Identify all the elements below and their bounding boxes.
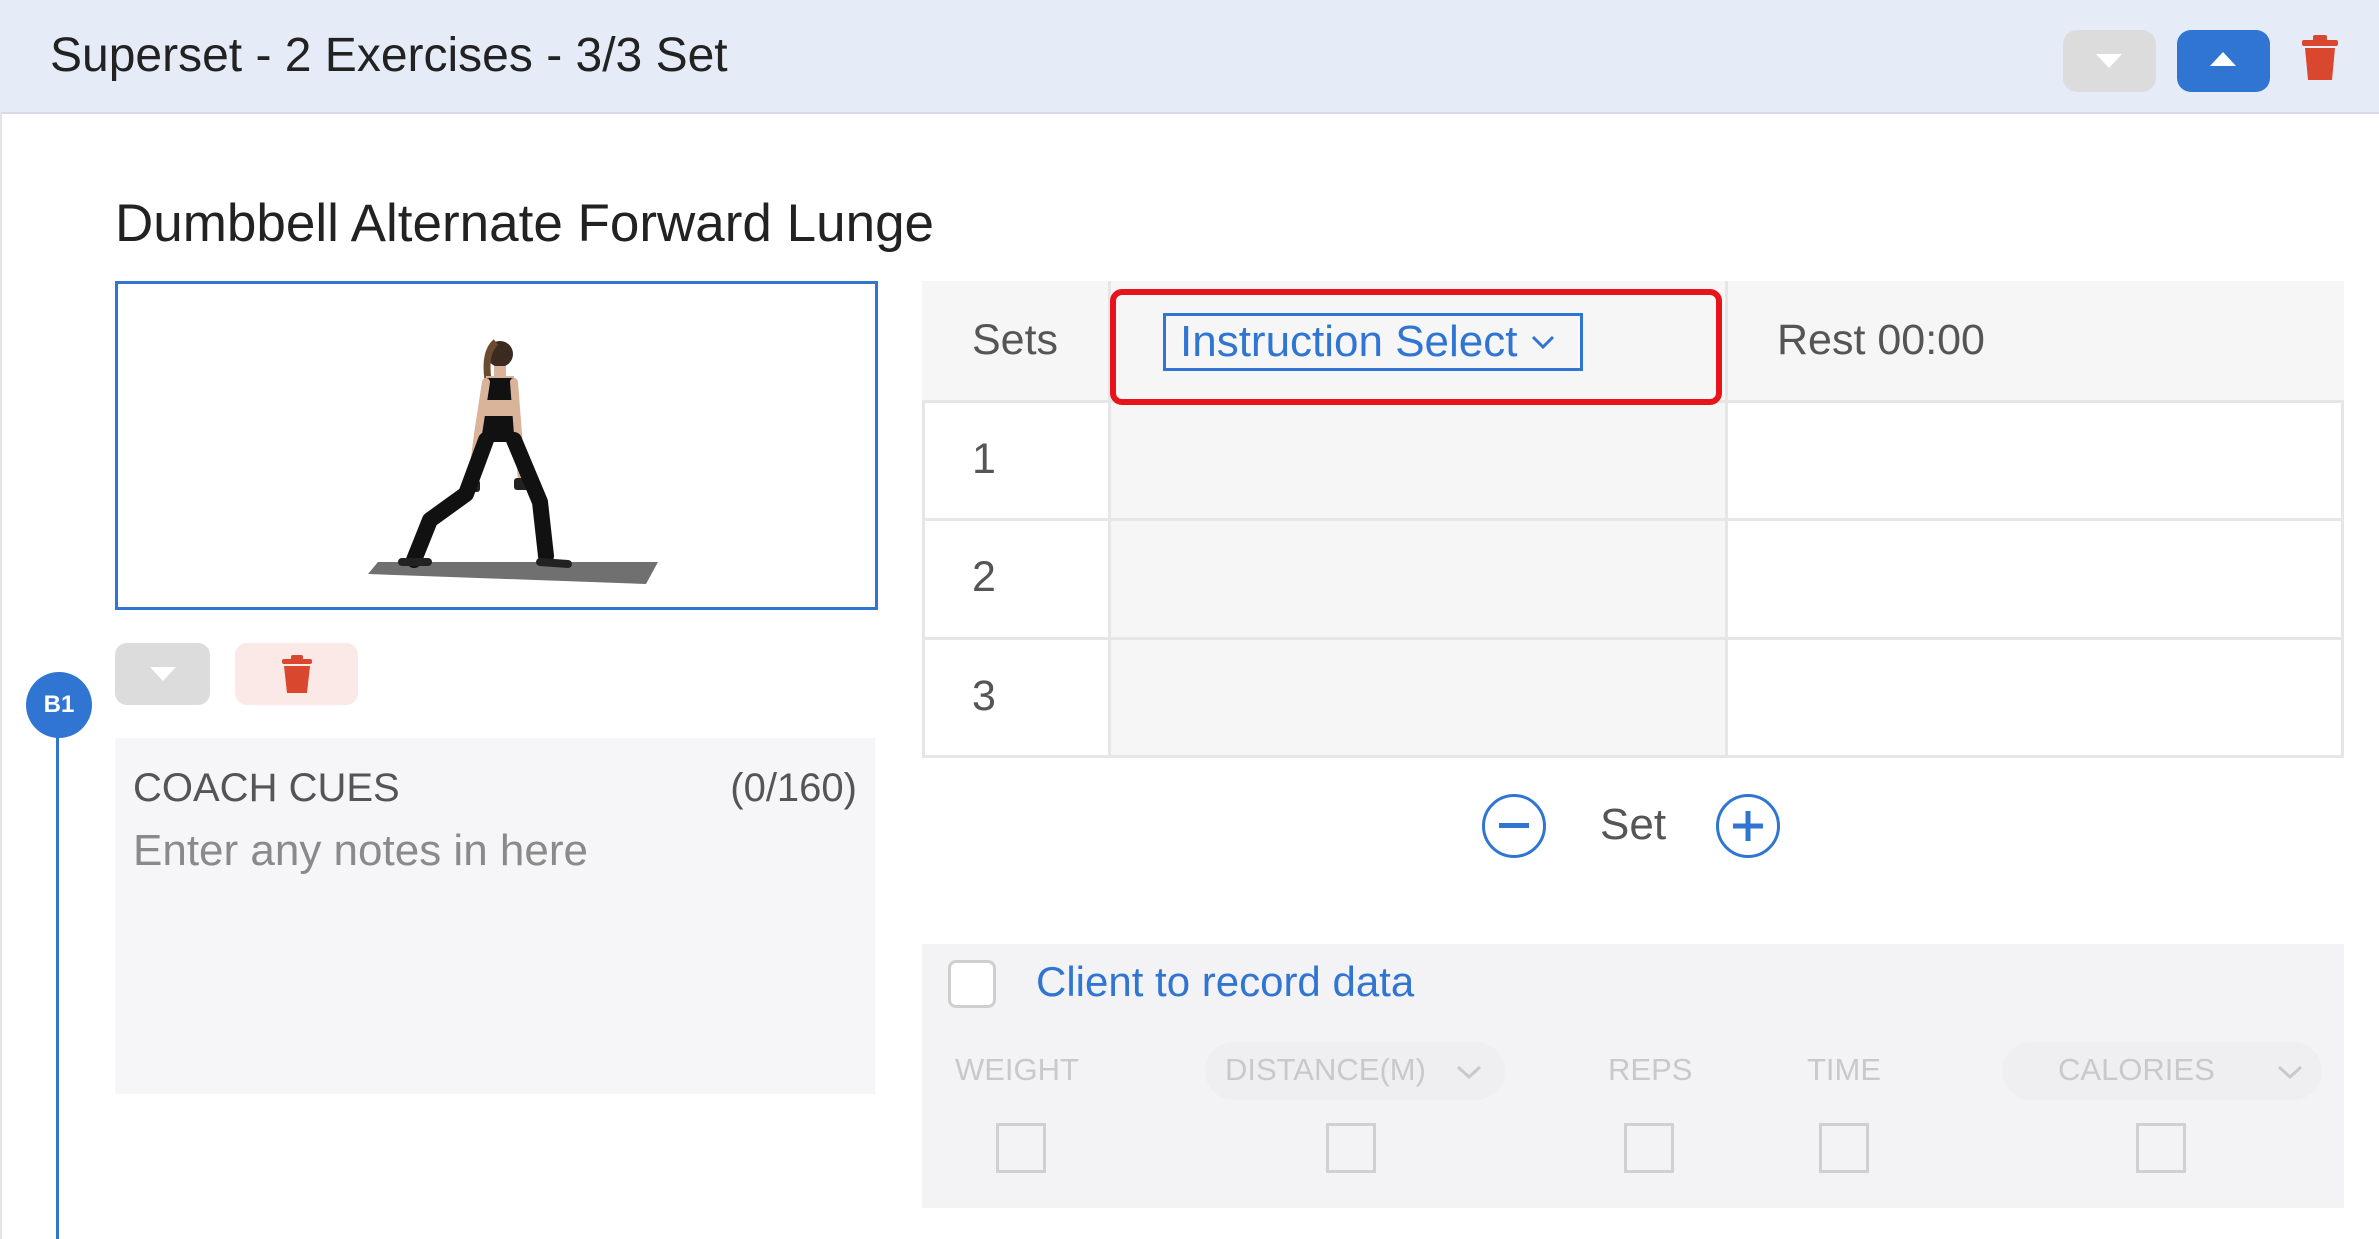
exercise-title: Dumbbell Alternate Forward Lunge <box>115 194 935 253</box>
rest-column-header[interactable]: Rest 00:00 <box>1777 316 1985 365</box>
coach-cues-count: (0/160) <box>730 766 857 810</box>
metric-time-label: TIME <box>1807 1052 1882 1087</box>
metric-calories-label: CALORIES <box>2058 1052 2215 1087</box>
coach-cues-label: COACH CUES <box>133 766 400 810</box>
rest-cell[interactable] <box>1728 640 2341 755</box>
metric-distance-select[interactable]: DISTANCE(M) <box>1205 1042 1505 1100</box>
metric-weight-checkbox[interactable] <box>996 1123 1046 1173</box>
highlight-annotation <box>1110 289 1722 405</box>
delete-exercise-button[interactable] <box>235 643 358 705</box>
coach-cues-placeholder: Enter any notes in here <box>133 826 588 875</box>
set-number-cell <box>925 640 1108 755</box>
metric-weight-label: WEIGHT <box>955 1052 1079 1087</box>
exercise-thumbnail[interactable] <box>115 281 878 610</box>
metric-calories-select[interactable]: CALORIES <box>2002 1042 2322 1100</box>
superset-title: Superset - 2 Exercises - 3/3 Set <box>50 29 728 82</box>
chevron-down-icon <box>1456 1065 1482 1080</box>
metric-calories-checkbox[interactable] <box>2136 1123 2186 1173</box>
set-label: Set <box>1600 800 1667 849</box>
client-record-panel: Client to record data WEIGHT DISTANCE(M)… <box>922 944 2344 1208</box>
plus-icon <box>1733 811 1763 841</box>
caret-up-icon <box>2210 52 2236 66</box>
trash-icon[interactable] <box>2300 34 2340 82</box>
row-divider <box>922 755 2344 758</box>
move-up-button[interactable] <box>2177 30 2270 92</box>
metric-time-checkbox[interactable] <box>1819 1123 1869 1173</box>
set-number: 2 <box>972 553 996 601</box>
set-number: 1 <box>972 435 996 483</box>
trash-icon <box>281 655 312 693</box>
col-divider <box>2341 400 2344 758</box>
metric-reps-checkbox[interactable] <box>1624 1123 1674 1173</box>
move-down-button[interactable] <box>2063 30 2156 92</box>
set-number-cell <box>925 403 1108 518</box>
metric-distance-checkbox[interactable] <box>1326 1123 1376 1173</box>
client-record-checkbox[interactable] <box>948 960 996 1008</box>
add-set-button[interactable] <box>1716 794 1780 858</box>
set-number-cell <box>925 521 1108 637</box>
remove-set-button[interactable] <box>1482 794 1546 858</box>
caret-down-icon <box>2096 54 2122 68</box>
caret-down-icon <box>149 667 176 681</box>
coach-cues-field[interactable]: COACH CUES (0/160) Enter any notes in he… <box>115 738 875 1094</box>
left-border <box>0 112 2 1239</box>
set-number: 3 <box>972 672 996 720</box>
rest-cell[interactable] <box>1728 403 2341 518</box>
sets-column-header: Sets <box>972 316 1059 364</box>
metric-distance-label: DISTANCE(M) <box>1225 1052 1426 1087</box>
chevron-down-icon <box>2277 1065 2303 1080</box>
rest-cell[interactable] <box>1728 521 2341 637</box>
collapse-button[interactable] <box>115 643 210 705</box>
exercise-badge: B1 <box>26 672 92 738</box>
timeline-rail <box>56 705 59 1239</box>
minus-icon <box>1499 823 1529 828</box>
metric-reps-label: REPS <box>1608 1052 1693 1087</box>
exercise-illustration <box>368 339 658 584</box>
client-record-label[interactable]: Client to record data <box>1036 958 1414 1006</box>
